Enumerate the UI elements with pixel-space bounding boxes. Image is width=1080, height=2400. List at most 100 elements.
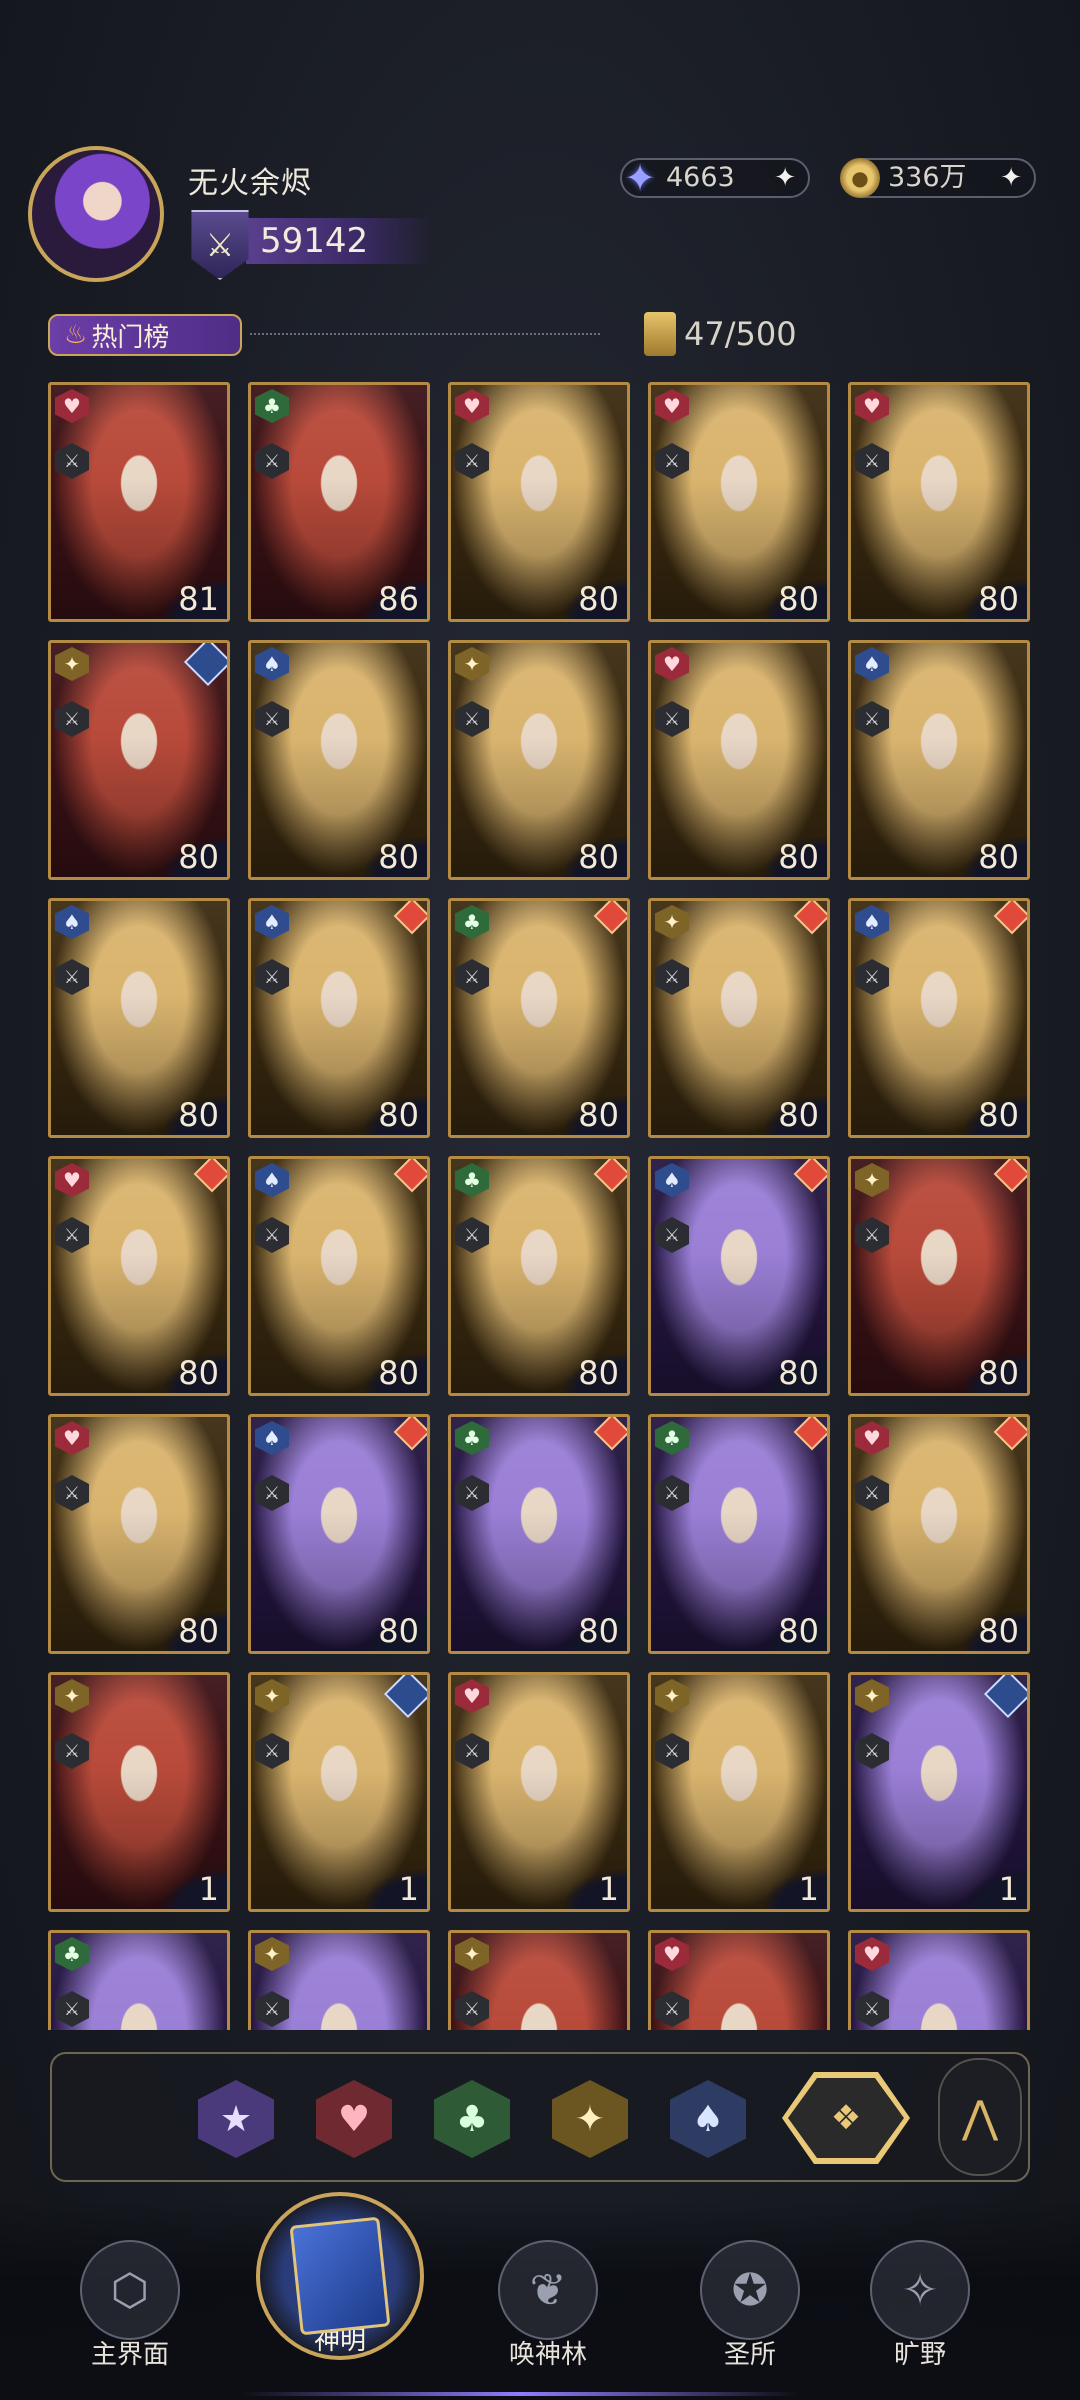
hero-card[interactable]: ♥ ⚔ 81	[48, 382, 230, 622]
hero-card[interactable]: ♠ ⚔ 80	[848, 640, 1030, 880]
filter-all-button[interactable]: ❖	[782, 2072, 910, 2164]
hero-level: 80	[363, 1611, 427, 1651]
tree-icon: ❦	[498, 2240, 598, 2340]
hero-level: 1	[163, 1869, 227, 1909]
nav-wild-label: 旷野	[893, 2340, 946, 2370]
hero-card[interactable]: ♠ ⚔ 80	[848, 898, 1030, 1138]
hero-card[interactable]: ✦ ⚔ 1	[248, 1672, 430, 1912]
nav-sanctum[interactable]: ✪ 圣所	[660, 2240, 840, 2390]
hero-card[interactable]: ♥ ⚔ 80	[848, 382, 1030, 622]
hero-level: 80	[563, 1611, 627, 1651]
hero-card[interactable]: ✦ ⚔ 1	[48, 1672, 230, 1912]
card-icon	[644, 312, 676, 356]
hero-level: 86	[363, 579, 427, 619]
hero-level: 80	[763, 837, 827, 877]
gem-amount: 4663	[666, 162, 735, 193]
card-grid: ♥ ⚔ 81 ♣ ⚔ 86 ♥ ⚔ 80 ♥ ⚔ 80 ♥ ⚔ 80 ✦ ⚔ 80 ♠ ⚔ 80 ✦ ⚔ 80 ♥ ⚔ 80 ♠ ⚔ 80…	[48, 382, 1033, 2030]
nav-gods[interactable]: 神明	[240, 2192, 440, 2392]
crossed-swords-icon: ⚔	[191, 210, 249, 280]
home-icon: ⬡	[80, 2240, 180, 2340]
filter-heart-icon[interactable]: ♥	[316, 2080, 392, 2158]
hero-level: 80	[763, 579, 827, 619]
hero-level: 80	[963, 1353, 1027, 1393]
filter-star-icon[interactable]: ★	[198, 2080, 274, 2158]
hero-level: 80	[563, 837, 627, 877]
hero-level: 80	[963, 1611, 1027, 1651]
hero-card[interactable]: ♥ ⚔ 80	[48, 1156, 230, 1396]
hero-card[interactable]: ♥ ⚔ 80	[648, 382, 830, 622]
hero-card[interactable]: ♣ ⚔ 80	[448, 1414, 630, 1654]
hero-card[interactable]: ♠ ⚔ 80	[248, 640, 430, 880]
hero-card[interactable]: ♣ ⚔ 86	[248, 382, 430, 622]
hero-card[interactable]: ♥ ⚔	[648, 1930, 830, 2030]
collapse-chevron-icon[interactable]: ⋀	[938, 2058, 1022, 2176]
hero-card[interactable]: ♥ ⚔ 1	[448, 1672, 630, 1912]
hero-level: 80	[763, 1611, 827, 1651]
hero-level: 80	[963, 837, 1027, 877]
nav-home[interactable]: ⬡ 主界面	[40, 2240, 220, 2390]
hot-list-tab[interactable]: ♨ 热门榜	[48, 314, 242, 356]
hero-card[interactable]: ♥ ⚔ 80	[48, 1414, 230, 1654]
nav-summon-label: 唤神林	[508, 2340, 587, 2370]
hero-card[interactable]: ✦ ⚔ 80	[848, 1156, 1030, 1396]
divider	[250, 333, 600, 335]
hero-level: 80	[963, 579, 1027, 619]
hero-card[interactable]: ✦ ⚔	[448, 1930, 630, 2030]
hero-level: 1	[363, 1869, 427, 1909]
gold-amount: 336万	[888, 162, 967, 193]
hero-level: 80	[163, 1353, 227, 1393]
player-name: 无火余烬	[188, 166, 312, 201]
hero-level: 80	[963, 1095, 1027, 1135]
compass-icon: ✧	[870, 2240, 970, 2340]
hero-card[interactable]: ♠ ⚔ 80	[648, 1156, 830, 1396]
hero-level: 80	[763, 1353, 827, 1393]
hero-level: 80	[363, 837, 427, 877]
hero-card[interactable]: ✦ ⚔ 1	[648, 1672, 830, 1912]
nav-home-label: 主界面	[90, 2340, 169, 2370]
hero-level: 80	[163, 1095, 227, 1135]
gold-currency[interactable]: ● 336万 ✦	[840, 158, 1036, 198]
nav-underline	[240, 2392, 800, 2396]
nav-wild[interactable]: ✧ 旷野	[830, 2240, 1010, 2390]
hero-level: 80	[763, 1095, 827, 1135]
hero-card[interactable]: ♥ ⚔	[848, 1930, 1030, 2030]
hero-card[interactable]: ♣ ⚔ 80	[648, 1414, 830, 1654]
hero-card[interactable]: ✦ ⚔ 80	[648, 898, 830, 1138]
sanctum-icon: ✪	[700, 2240, 800, 2340]
hero-card[interactable]: ✦ ⚔ 1	[848, 1672, 1030, 1912]
hero-card[interactable]: ✦ ⚔ 80	[48, 640, 230, 880]
nav-sanctum-label: 圣所	[723, 2340, 776, 2370]
hero-level: 80	[163, 837, 227, 877]
gem-icon: ✦	[624, 156, 656, 200]
hero-card[interactable]: ♥ ⚔ 80	[448, 382, 630, 622]
hero-level: 80	[563, 1095, 627, 1135]
hero-card[interactable]: ♣ ⚔ 80	[448, 1156, 630, 1396]
player-avatar[interactable]	[28, 146, 164, 282]
hero-level: 80	[363, 1095, 427, 1135]
filter-bar: ★ ♥ ♣ ✦ ♠ ❖ ⋀	[50, 2052, 1030, 2182]
filter-diamond-icon[interactable]: ✦	[552, 2080, 628, 2158]
hero-card[interactable]: ♠ ⚔ 80	[48, 898, 230, 1138]
hero-card[interactable]: ♠ ⚔ 80	[248, 898, 430, 1138]
hero-card[interactable]: ♣ ⚔	[48, 1930, 230, 2030]
hero-card[interactable]: ✦ ⚔	[248, 1930, 430, 2030]
add-gems-icon[interactable]: ✦	[774, 160, 796, 196]
hero-card[interactable]: ♠ ⚔ 80	[248, 1156, 430, 1396]
gem-currency[interactable]: ✦ 4663 ✦	[620, 156, 810, 200]
hero-card[interactable]: ♥ ⚔ 80	[848, 1414, 1030, 1654]
hero-card[interactable]: ♣ ⚔ 80	[448, 898, 630, 1138]
hero-card[interactable]: ✦ ⚔ 80	[448, 640, 630, 880]
hero-level: 81	[163, 579, 227, 619]
fire-icon: ♨	[64, 320, 88, 350]
grid-icon: ❖	[788, 2078, 904, 2158]
nav-summon[interactable]: ❦ 唤神林	[458, 2240, 638, 2390]
hero-card[interactable]: ♥ ⚔ 80	[648, 640, 830, 880]
coin-icon: ●	[840, 158, 880, 198]
add-gold-icon[interactable]: ✦	[1000, 160, 1022, 196]
filter-club-icon[interactable]: ♣	[434, 2080, 510, 2158]
hero-level: 80	[163, 1611, 227, 1651]
hero-level: 80	[563, 1353, 627, 1393]
filter-spade-icon[interactable]: ♠	[670, 2080, 746, 2158]
card-count: 47/500	[684, 315, 797, 353]
hero-card[interactable]: ♠ ⚔ 80	[248, 1414, 430, 1654]
